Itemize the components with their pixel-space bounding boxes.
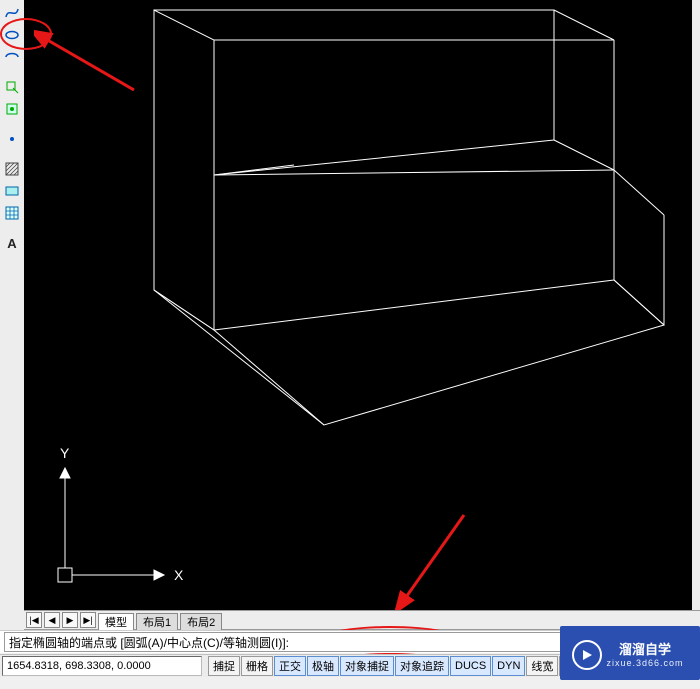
ucs-y-label: Y xyxy=(60,445,70,461)
status-otrack[interactable]: 对象追踪 xyxy=(395,656,449,676)
model-canvas[interactable]: X Y xyxy=(24,0,700,610)
status-polar[interactable]: 极轴 xyxy=(307,656,339,676)
coordinate-readout: 1654.8318, 698.3308, 0.0000 xyxy=(2,656,202,676)
region-tool[interactable] xyxy=(2,181,22,201)
tab-layout1[interactable]: 布局1 xyxy=(136,613,178,630)
play-icon xyxy=(572,640,602,670)
watermark-sub: zixue.3d66.com xyxy=(606,658,683,668)
draw-toolbar: A xyxy=(0,0,25,642)
ellipse-tool[interactable] xyxy=(2,25,22,45)
table-tool[interactable] xyxy=(2,203,22,223)
ucs-x-label: X xyxy=(174,567,184,583)
ucs-icon: X Y xyxy=(44,438,184,598)
insert-block-tool[interactable] xyxy=(2,77,22,97)
tab-nav-first[interactable]: |◀ xyxy=(26,612,42,628)
hatch-tool[interactable] xyxy=(2,159,22,179)
watermark-badge: 溜溜自学 zixue.3d66.com xyxy=(560,626,700,680)
status-snap[interactable]: 捕捉 xyxy=(208,656,240,676)
tab-nav-last[interactable]: ▶| xyxy=(80,612,96,628)
tab-layout2[interactable]: 布局2 xyxy=(180,613,222,630)
watermark-title: 溜溜自学 xyxy=(606,639,683,658)
point-tool[interactable] xyxy=(2,129,22,149)
status-ortho[interactable]: 正交 xyxy=(274,656,306,676)
status-grid[interactable]: 栅格 xyxy=(241,656,273,676)
ellipse-arc-tool[interactable] xyxy=(2,47,22,67)
tab-model[interactable]: 模型 xyxy=(98,613,134,630)
status-ducs[interactable]: DUCS xyxy=(450,656,491,676)
tab-nav-prev[interactable]: ◀ xyxy=(44,612,60,628)
spline-tool[interactable] xyxy=(2,3,22,23)
status-osnap[interactable]: 对象捕捉 xyxy=(340,656,394,676)
status-dyn[interactable]: DYN xyxy=(492,656,525,676)
status-lwt[interactable]: 线宽 xyxy=(526,656,558,676)
make-block-tool[interactable] xyxy=(2,99,22,119)
tab-nav-next[interactable]: ▶ xyxy=(62,612,78,628)
text-tool[interactable]: A xyxy=(2,233,22,253)
